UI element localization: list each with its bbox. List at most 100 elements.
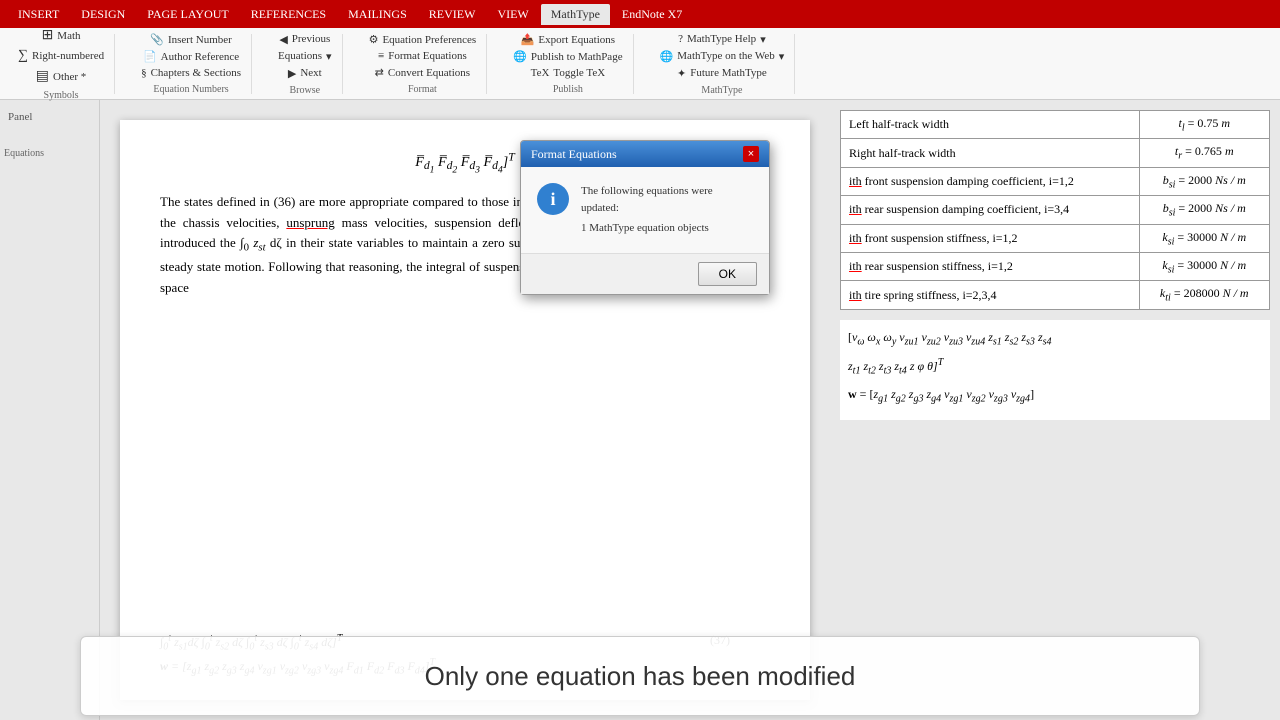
table-row: ith tire spring stiffness, i=2,3,4 kti =… — [841, 281, 1270, 309]
param-value: ksi = 30000 N / m — [1139, 224, 1269, 252]
tex-icon: TeX — [531, 67, 550, 79]
btn-mathtype-web[interactable]: 🌐 MathType on the Web ▾ — [658, 49, 787, 64]
param-label: ith tire spring stiffness, i=2,3,4 — [841, 281, 1140, 309]
ribbon-body: ⊞ Math ∑ Right-numbered ▤ Other * Symbol… — [0, 28, 1280, 100]
table-row: ith rear suspension damping coefficient,… — [841, 196, 1270, 224]
tab-insert[interactable]: INSERT — [8, 4, 69, 25]
state-vectors: [vω ωx ωy vzu1 vzu2 vzu3 vzu4 zs1 zs2 zs… — [840, 320, 1270, 420]
tab-design[interactable]: DESIGN — [71, 4, 135, 25]
btn-format-equations[interactable]: ≡ Format Equations — [376, 49, 469, 63]
ribbon-tab-bar: INSERT DESIGN PAGE LAYOUT REFERENCES MAI… — [0, 0, 1280, 28]
btn-mathtype-help[interactable]: ? MathType Help ▾ — [676, 32, 768, 47]
chapters-icon: § — [141, 67, 147, 79]
btn-math[interactable]: ∑ Right-numbered — [16, 47, 106, 65]
bottom-notification: Only one equation has been modified — [80, 636, 1200, 716]
param-value: ksi = 30000 N / m — [1139, 252, 1269, 280]
dialog-message-area: The following equations were updated: 1 … — [581, 183, 753, 237]
btn-chapters-sections[interactable]: § Chapters & Sections — [139, 66, 243, 80]
param-label: ith rear suspension damping coefficient,… — [841, 196, 1140, 224]
table-row: ith front suspension damping coefficient… — [841, 167, 1270, 195]
preferences-icon: ⚙ — [369, 33, 379, 46]
right-panel: Left half-track width tl = 0.75 m Right … — [830, 100, 1280, 720]
dialog-item-1: 1 MathType equation objects — [581, 220, 753, 237]
tab-view[interactable]: VIEW — [487, 4, 538, 25]
group-label-publish: Publish — [553, 84, 583, 95]
integral-notation: ∫0 zst dζ — [240, 235, 282, 250]
ith-label-5: ith — [849, 288, 862, 302]
eq36-content: F̅d1 F̅d2 F̅d3 F̅d4]T — [415, 155, 514, 170]
info-icon: i — [537, 183, 569, 215]
state-vec-line1: [vω ωx ωy vzu1 vzu2 vzu3 vzu4 zs1 zs2 zs… — [848, 328, 1262, 349]
insert-number-icon: 📎 — [150, 33, 164, 46]
math-icon: ∑ — [18, 48, 28, 64]
ribbon-group-insert: 📎 Insert Number 📄 Author Reference § Cha… — [131, 34, 252, 94]
ribbon-group-publish: 📤 Export Equations 🌐 Publish to MathPage… — [503, 34, 633, 94]
ribbon-group-browse: ◀ Previous Equations ▾ ▶ Next Browse — [268, 34, 343, 94]
tab-mathtype[interactable]: MathType — [541, 4, 610, 25]
tab-endnote[interactable]: EndNote X7 — [612, 4, 692, 25]
next-icon: ▶ — [288, 67, 296, 80]
previous-icon: ◀ — [279, 33, 287, 46]
dialog-title: Format Equations — [531, 147, 617, 162]
param-value: tl = 0.75 m — [1139, 111, 1269, 139]
ribbon-group-mathtype-help: ? MathType Help ▾ 🌐 MathType on the Web … — [650, 34, 796, 94]
btn-next[interactable]: ▶ Next — [286, 66, 324, 81]
dropdown-icon: ▾ — [326, 50, 332, 63]
group-label-insert: Equation Numbers — [153, 84, 228, 95]
dialog-close-button[interactable]: × — [743, 146, 759, 162]
tab-mailings[interactable]: MAILINGS — [338, 4, 417, 25]
table-row: Left half-track width tl = 0.75 m — [841, 111, 1270, 139]
web-icon: 🌐 — [660, 50, 674, 63]
param-value: kti = 208000 N / m — [1139, 281, 1269, 309]
param-value: bsi = 2000 Ns / m — [1139, 167, 1269, 195]
publish-icon: 🌐 — [513, 50, 527, 63]
ribbon: INSERT DESIGN PAGE LAYOUT REFERENCES MAI… — [0, 0, 1280, 100]
btn-equations-dropdown[interactable]: Equations ▾ — [276, 49, 334, 64]
btn-future-mathtype[interactable]: ✦ Future MathType — [675, 66, 769, 81]
btn-insert-number[interactable]: 📎 Insert Number — [148, 32, 234, 47]
btn-other[interactable]: ▤ Other * — [34, 67, 89, 86]
param-label: ith front suspension damping coefficient… — [841, 167, 1140, 195]
ith-label-2: ith — [849, 202, 862, 216]
table-row: ith front suspension stiffness, i=1,2 ks… — [841, 224, 1270, 252]
tab-review[interactable]: REVIEW — [419, 4, 486, 25]
btn-toggle-tex[interactable]: TeX Toggle TeX — [529, 66, 608, 80]
group-label-display: Symbols — [44, 90, 79, 101]
state-vec-line3: w = [zg1 zg2 zg3 zg4 vzg1 vzg2 vzg3 vzg4… — [848, 385, 1262, 406]
ith-label-4: ith — [849, 259, 862, 273]
word-unsprung: unsprung — [286, 215, 334, 230]
btn-export-equations[interactable]: 📤 Export Equations — [519, 32, 617, 47]
export-icon: 📤 — [521, 33, 535, 46]
group-label-mathtype: MathType — [701, 85, 742, 96]
equations-label: Equations — [4, 148, 95, 159]
notification-text: Only one equation has been modified — [425, 661, 856, 692]
btn-publish-mathpage[interactable]: 🌐 Publish to MathPage — [511, 49, 624, 64]
ok-button[interactable]: OK — [698, 262, 757, 286]
dialog-titlebar: Format Equations × — [521, 141, 769, 167]
tab-page-layout[interactable]: PAGE LAYOUT — [137, 4, 238, 25]
param-label: Right half-track width — [841, 139, 1140, 167]
btn-eq-preferences[interactable]: ⚙ Equation Preferences — [367, 32, 479, 47]
ribbon-group-display: ⊞ Math ∑ Right-numbered ▤ Other * Symbol… — [8, 34, 115, 94]
panel-item[interactable]: Panel — [4, 108, 95, 126]
format-equations-dialog: Format Equations × i The following equat… — [520, 140, 770, 295]
format-eq-icon: ≡ — [378, 50, 384, 62]
group-label-format: Format — [408, 84, 437, 95]
btn-convert-equations[interactable]: ⇄ Convert Equations — [373, 65, 472, 80]
author-ref-icon: 📄 — [143, 50, 157, 63]
tab-references[interactable]: REFERENCES — [241, 4, 336, 25]
help-dropdown-icon: ▾ — [760, 33, 766, 46]
table-row: ith rear suspension stiffness, i=1,2 ksi… — [841, 252, 1270, 280]
dialog-footer: OK — [521, 253, 769, 294]
display-icon: ⊞ — [42, 27, 54, 44]
convert-icon: ⇄ — [375, 66, 384, 79]
param-label: ith front suspension stiffness, i=1,2 — [841, 224, 1140, 252]
param-value: bsi = 2000 Ns / m — [1139, 196, 1269, 224]
ith-label-3: ith — [849, 231, 862, 245]
btn-previous[interactable]: ◀ Previous — [277, 32, 332, 47]
btn-display[interactable]: ⊞ Math — [40, 26, 83, 45]
state-vec-line2: zt1 zt2 zt3 zt4 z φ θ]T — [848, 355, 1262, 378]
btn-author-reference[interactable]: 📄 Author Reference — [141, 49, 241, 64]
other-icon: ▤ — [36, 68, 49, 85]
param-label: Left half-track width — [841, 111, 1140, 139]
